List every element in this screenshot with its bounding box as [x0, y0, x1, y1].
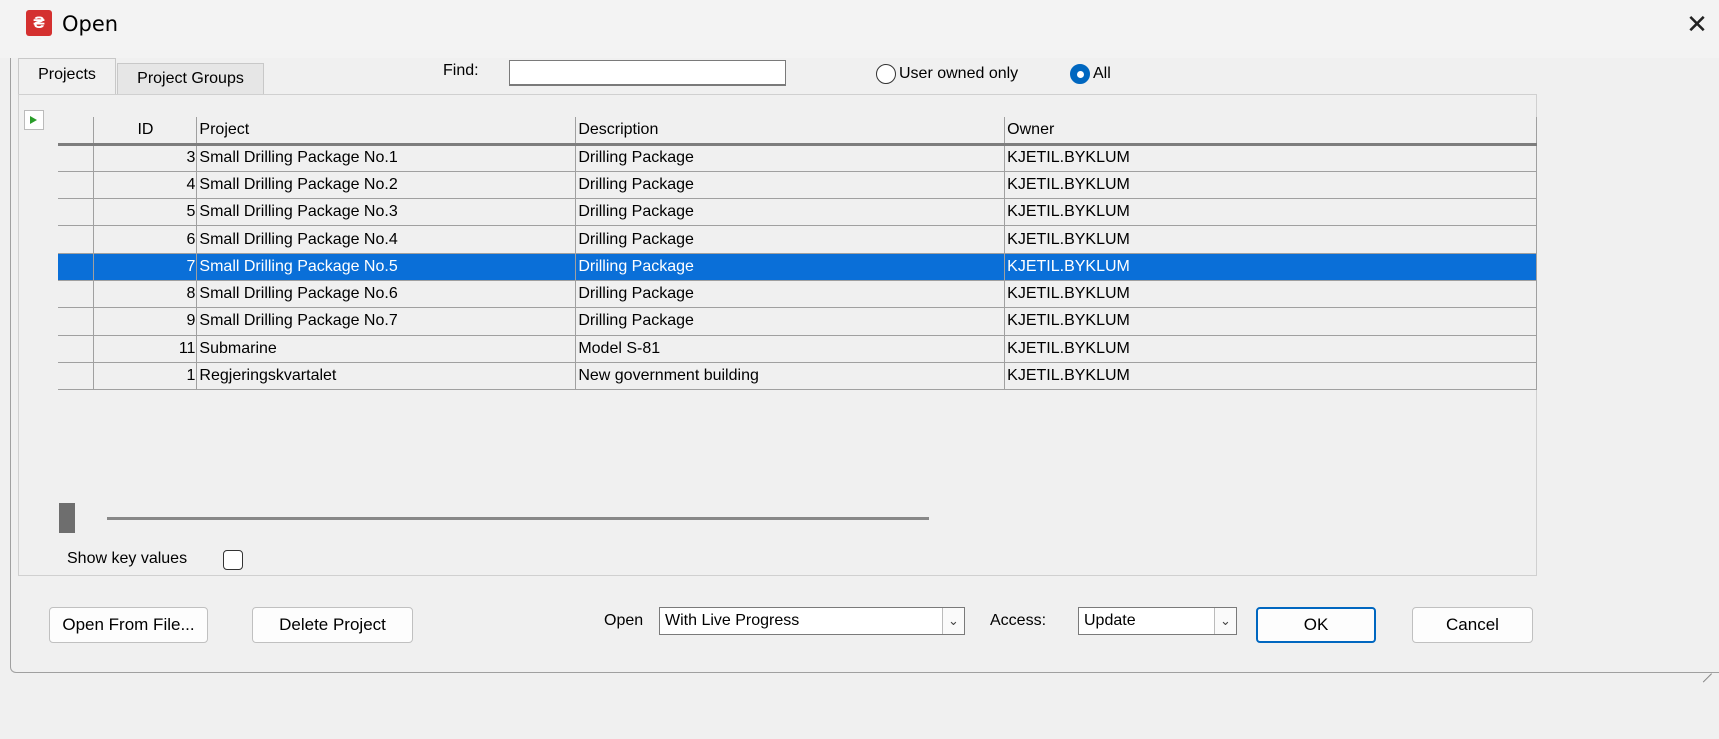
cell-description: Drilling Package: [575, 144, 1006, 172]
cell-id: 8: [93, 280, 198, 309]
radio-user-owned-only[interactable]: User owned only: [876, 62, 1018, 86]
cell-project: Small Drilling Package No.5: [196, 253, 577, 281]
column-header-selector[interactable]: [58, 117, 95, 146]
cell-owner: KJETIL.BYKLUM: [1004, 171, 1537, 200]
cell-id: 1: [93, 362, 198, 391]
column-header-project[interactable]: Project: [196, 117, 577, 146]
cell-description: Drilling Package: [575, 198, 1006, 227]
ok-button[interactable]: OK: [1256, 607, 1376, 643]
cell-description: Drilling Package: [575, 280, 1006, 309]
cell-owner: KJETIL.BYKLUM: [1004, 198, 1537, 227]
find-label: Find:: [443, 62, 479, 79]
tab-projects[interactable]: Projects: [18, 58, 116, 94]
app-logo-icon: ₴: [26, 10, 52, 36]
cell-id: 4: [93, 171, 198, 200]
cell-owner: KJETIL.BYKLUM: [1004, 144, 1537, 172]
cell-owner: KJETIL.BYKLUM: [1004, 280, 1537, 309]
cell-project: Small Drilling Package No.3: [196, 198, 577, 227]
row-selector[interactable]: [58, 171, 95, 200]
resize-grip-icon[interactable]: [1700, 660, 1714, 674]
row-selector[interactable]: [58, 198, 95, 227]
delete-project-button[interactable]: Delete Project: [252, 607, 413, 643]
cell-project: Small Drilling Package No.6: [196, 280, 577, 309]
cell-description: Model S-81: [575, 335, 1006, 363]
access-select[interactable]: Update ⌄: [1078, 607, 1237, 635]
cell-project: Submarine: [196, 335, 577, 363]
show-key-values-checkbox[interactable]: [223, 550, 243, 570]
cell-description: New government building: [575, 362, 1006, 391]
chevron-down-icon[interactable]: ⌄: [942, 608, 964, 634]
row-selector[interactable]: [58, 362, 95, 391]
grid-header-row: ID Project Description Owner: [58, 117, 1537, 146]
row-selector[interactable]: [58, 280, 95, 309]
open-mode-value: With Live Progress: [665, 612, 800, 629]
cell-id: 5: [93, 198, 198, 227]
cell-owner: KJETIL.BYKLUM: [1004, 253, 1537, 281]
cell-description: Drilling Package: [575, 253, 1006, 281]
horizontal-scrollbar-thumb[interactable]: [59, 503, 75, 533]
cancel-button[interactable]: Cancel: [1412, 607, 1533, 643]
cell-id: 9: [93, 307, 198, 336]
cell-project: Regjeringskvartalet: [196, 362, 577, 391]
title-bar[interactable]: ₴ Open ✕: [0, 0, 1719, 58]
row-selector[interactable]: [58, 144, 95, 172]
cell-id: 11: [93, 335, 198, 363]
table-row[interactable]: 9 Small Drilling Package No.7 Drilling Pac…: [58, 307, 1537, 336]
open-mode-select[interactable]: With Live Progress ⌄: [659, 607, 965, 635]
open-from-file-button[interactable]: Open From File...: [49, 607, 208, 643]
radio-button-checked[interactable]: [1070, 64, 1090, 84]
cell-project: Small Drilling Package No.4: [196, 225, 577, 254]
table-row[interactable]: 4 Small Drilling Package No.2 Drilling Pac…: [58, 171, 1537, 200]
open-dialog: ₴ Open ✕ Projects Project Groups Find: U…: [0, 0, 1719, 739]
table-row[interactable]: 5 Small Drilling Package No.3 Drilling Pac…: [58, 198, 1537, 227]
row-selector[interactable]: [58, 253, 95, 281]
cell-project: Small Drilling Package No.2: [196, 171, 577, 200]
column-header-owner[interactable]: Owner: [1004, 117, 1537, 146]
row-selector[interactable]: [58, 225, 95, 254]
table-row[interactable]: 8 Small Drilling Package No.6 Drilling Pac…: [58, 280, 1537, 309]
show-key-values-label: Show key values: [67, 550, 188, 567]
table-row[interactable]: 11 Submarine Model S-81 KJETIL.BYKLUM: [58, 335, 1537, 363]
cell-project: Small Drilling Package No.7: [196, 307, 577, 336]
radio-label-all: All: [1093, 65, 1111, 82]
column-header-description[interactable]: Description: [575, 117, 1006, 146]
radio-all[interactable]: All: [1070, 62, 1111, 86]
radio-label-user-owned: User owned only: [899, 65, 1019, 82]
current-row-indicator-icon: [24, 110, 44, 130]
cell-project: Small Drilling Package No.1: [196, 144, 577, 172]
cell-description: Drilling Package: [575, 307, 1006, 336]
table-row-selected[interactable]: 7 Small Drilling Package No.5 Drilling Pac…: [58, 253, 1537, 281]
cell-owner: KJETIL.BYKLUM: [1004, 362, 1537, 391]
horizontal-scrollbar-track[interactable]: [107, 517, 929, 520]
access-value: Update: [1084, 612, 1136, 629]
close-icon[interactable]: ✕: [1680, 8, 1714, 42]
cell-owner: KJETIL.BYKLUM: [1004, 335, 1537, 363]
row-selector[interactable]: [58, 335, 95, 363]
table-row[interactable]: 1 Regjeringskvartalet New government build…: [58, 362, 1537, 391]
projects-grid: ID Project Description Owner 3 Small Dril…: [58, 117, 1537, 391]
access-label: Access:: [990, 612, 1047, 629]
row-selector[interactable]: [58, 307, 95, 336]
cell-id: 3: [93, 144, 198, 172]
cell-description: Drilling Package: [575, 225, 1006, 254]
cell-id: 7: [93, 253, 198, 281]
find-input[interactable]: [509, 60, 786, 86]
cell-description: Drilling Package: [575, 171, 1006, 200]
table-row[interactable]: 3 Small Drilling Package No.1 Drilling Pac…: [58, 144, 1537, 172]
radio-button[interactable]: [876, 64, 896, 84]
open-mode-label: Open: [604, 612, 644, 629]
cell-owner: KJETIL.BYKLUM: [1004, 225, 1537, 254]
table-row[interactable]: 6 Small Drilling Package No.4 Drilling Pac…: [58, 225, 1537, 254]
cell-id: 6: [93, 225, 198, 254]
window-title: Open: [62, 12, 119, 36]
cell-owner: KJETIL.BYKLUM: [1004, 307, 1537, 336]
column-header-id[interactable]: ID: [93, 117, 198, 146]
tab-project-groups[interactable]: Project Groups: [117, 63, 264, 94]
chevron-down-icon[interactable]: ⌄: [1214, 608, 1236, 634]
